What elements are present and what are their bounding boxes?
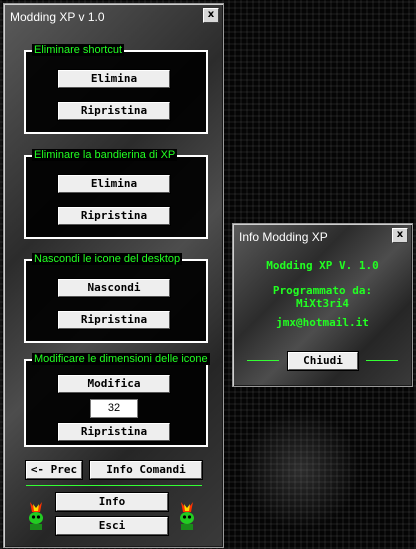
info-window-title: Info Modding XP [239,230,328,244]
main-window: Modding XP v 1.0 x Eliminare shortcut El… [3,3,224,548]
info-button[interactable]: Info [55,492,169,512]
group-legend: Modificare le dimensioni delle icone [32,353,210,365]
divider-line-right [366,360,398,361]
group-eliminare-shortcut: Eliminare shortcut Elimina Ripristina [24,44,208,134]
nascondi-icone-button[interactable]: Nascondi [57,278,171,298]
divider-line [26,485,202,486]
info-comandi-button[interactable]: Info Comandi [89,460,203,480]
ripristina-shortcut-button[interactable]: Ripristina [57,101,171,121]
mascot-logo-icon [29,502,43,530]
info-window-close-button[interactable]: x [392,228,408,243]
group-legend: Nascondi le icone del desktop [32,253,183,265]
icon-size-input[interactable]: 32 [90,399,138,418]
info-window: Info Modding XP x Modding XP V. 1.0 Prog… [232,223,413,387]
chiudi-button[interactable]: Chiudi [287,351,359,371]
group-dimensioni-icone: Modificare le dimensioni delle icone Mod… [24,353,210,447]
modifica-dimensioni-button[interactable]: Modifica [57,374,171,394]
info-author: MiXt3ri4 [296,297,349,310]
mascot-logo-icon [180,502,194,530]
exit-button[interactable]: Esci [55,516,169,536]
info-programmed-by: Programmato da: [272,284,373,297]
group-legend: Eliminare la bandierina di XP [32,149,178,161]
elimina-shortcut-button[interactable]: Elimina [57,69,171,89]
ripristina-dimensioni-button[interactable]: Ripristina [57,422,171,442]
main-window-title: Modding XP v 1.0 [10,10,105,24]
main-window-close-button[interactable]: x [203,8,219,23]
ripristina-bandierina-button[interactable]: Ripristina [57,206,171,226]
divider-line-left [247,360,279,361]
group-eliminare-bandierina: Eliminare la bandierina di XP Elimina Ri… [24,149,208,239]
elimina-bandierina-button[interactable]: Elimina [57,174,171,194]
info-email: jmx@hotmail.it [276,316,369,329]
group-legend: Eliminare shortcut [32,44,125,56]
prev-button[interactable]: <- Prec [25,460,83,480]
ripristina-icone-button[interactable]: Ripristina [57,310,171,330]
group-nascondi-icone: Nascondi le icone del desktop Nascondi R… [24,253,208,343]
info-app-name: Modding XP V. 1.0 [266,259,379,272]
